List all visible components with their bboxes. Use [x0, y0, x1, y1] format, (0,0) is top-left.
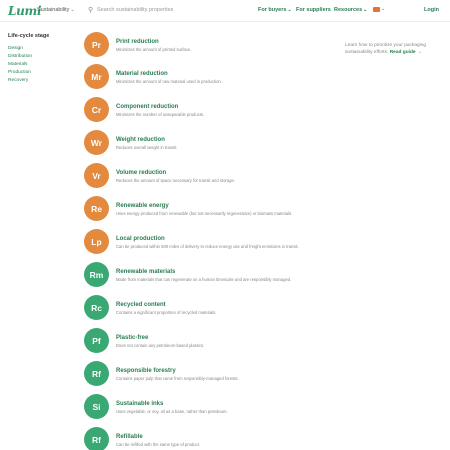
property-description: Can be refilled with the same type of pr… [116, 442, 201, 447]
sidebar-item-materials[interactable]: Materials [8, 61, 49, 69]
chevron-down-icon: ⌄ [287, 7, 292, 13]
property-badge: Rf [84, 361, 109, 386]
sidebar-item-production[interactable]: Production [8, 69, 49, 77]
nav-resources-label: Resources [334, 7, 363, 13]
property-description: Does not contain any petroleum-based pla… [116, 343, 205, 348]
property-title[interactable]: Material reduction [116, 71, 168, 77]
property-badge: Cr [84, 97, 109, 122]
property-item[interactable]: Re Renewable energy Uses energy produced f… [84, 196, 329, 226]
property-title[interactable]: Responsible forestry [116, 368, 176, 374]
chevron-down-icon: ⌄ [70, 7, 75, 13]
search-bar[interactable]: ⚲ Search sustainability properties [88, 5, 238, 16]
property-badge: Vr [84, 163, 109, 188]
property-title[interactable]: Refillable [116, 434, 143, 440]
property-title[interactable]: Weight reduction [116, 137, 165, 143]
property-item[interactable]: Rf Refillable Can be refilled with the sam… [84, 427, 329, 450]
property-title[interactable]: Print reduction [116, 39, 159, 45]
nav-for-suppliers[interactable]: For suppliers [296, 7, 331, 13]
property-description: Minimizes the amount of raw material use… [116, 79, 222, 84]
property-description: Can be produced within 500 miles of deli… [116, 244, 299, 249]
property-description: Uses vegetable, or soy, oil as a base, r… [116, 409, 228, 414]
property-description: Contains paper pulp that came from respo… [116, 376, 239, 381]
top-header: Lumi Sustainability⌄ ⚲ Search sustainabi… [0, 0, 450, 22]
property-item[interactable]: Pf Plastic-free Does not contain any petro… [84, 328, 329, 358]
property-title[interactable]: Sustainable inks [116, 401, 163, 407]
property-description: Reduces overall weight in transit. [116, 145, 178, 150]
property-title[interactable]: Renewable materials [116, 269, 175, 275]
nav-for-buyers[interactable]: For buyers⌄ [258, 7, 292, 13]
sidebar-item-recovery[interactable]: Recovery [8, 77, 49, 85]
property-badge: Pf [84, 328, 109, 353]
sidebar-heading: Life-cycle stage [8, 33, 50, 39]
property-description: Uses energy produced from renewable (but… [116, 211, 293, 216]
property-description: Reduces the amount of space necessary fo… [116, 178, 235, 183]
property-title[interactable]: Volume reduction [116, 170, 166, 176]
property-badge: Rf [84, 427, 109, 450]
property-badge: Pr [84, 32, 109, 57]
sidebar-item-distribution[interactable]: Distribution [8, 53, 49, 61]
guide-callout: Learn how to prioritize your packaging s… [345, 42, 437, 56]
property-item[interactable]: Rm Renewable materials Made from materials… [84, 262, 329, 292]
property-description: Minimizes the number of unseparable prod… [116, 112, 205, 117]
nav-for-suppliers-label: For suppliers [296, 7, 331, 13]
property-title[interactable]: Component reduction [116, 104, 178, 110]
property-badge: Mr [84, 64, 109, 89]
topic-dropdown[interactable]: Sustainability⌄ [37, 7, 75, 13]
property-badge: Wr [84, 130, 109, 155]
property-description: Contains a significant proportion of rec… [116, 310, 217, 315]
property-badge: Rm [84, 262, 109, 287]
chevron-down-icon: ⌄ [363, 7, 368, 13]
property-item[interactable]: Rc Recycled content Contains a significant… [84, 295, 329, 325]
property-item[interactable]: Vr Volume reduction Reduces the amount of … [84, 163, 329, 193]
topic-label: Sustainability [37, 7, 70, 13]
property-item[interactable]: Lp Local production Can be produced within… [84, 229, 329, 259]
property-description: Made from materials that can regenerate … [116, 277, 292, 282]
language-flag-icon[interactable] [373, 7, 380, 12]
nav-resources[interactable]: Resources⌄ [334, 7, 367, 13]
property-title[interactable]: Recycled content [116, 302, 166, 308]
property-description: Minimizes the amount of printed surface. [116, 47, 192, 52]
property-item[interactable]: Cr Component reduction Minimizes the numbe… [84, 97, 329, 127]
property-title[interactable]: Plastic-free [116, 335, 148, 341]
property-item[interactable]: Si Sustainable inks Uses vegetable, or soy… [84, 394, 329, 424]
search-input[interactable]: Search sustainability properties [97, 7, 173, 13]
login-link[interactable]: Login [424, 7, 439, 13]
lifecycle-sidebar: Life-cycle stage Design Distribution Mat… [8, 33, 49, 85]
property-badge: Rc [84, 295, 109, 320]
property-item[interactable]: Wr Weight reduction Reduces overall weight… [84, 130, 329, 160]
property-item[interactable]: Rf Responsible forestry Contains paper pul… [84, 361, 329, 391]
property-title[interactable]: Renewable energy [116, 203, 169, 209]
property-badge: Si [84, 394, 109, 419]
property-badge: Re [84, 196, 109, 221]
read-guide-link[interactable]: Read guide → [390, 50, 422, 55]
property-badge: Lp [84, 229, 109, 254]
search-icon: ⚲ [88, 7, 94, 14]
property-item[interactable]: Pr Print reduction Minimizes the amount of… [84, 32, 329, 62]
sidebar-item-design[interactable]: Design [8, 45, 49, 53]
property-item[interactable]: Mr Material reduction Minimizes the amount… [84, 64, 329, 94]
property-title[interactable]: Local production [116, 236, 165, 242]
nav-for-buyers-label: For buyers [258, 7, 287, 13]
chevron-down-icon[interactable]: ⌄ [381, 6, 385, 12]
